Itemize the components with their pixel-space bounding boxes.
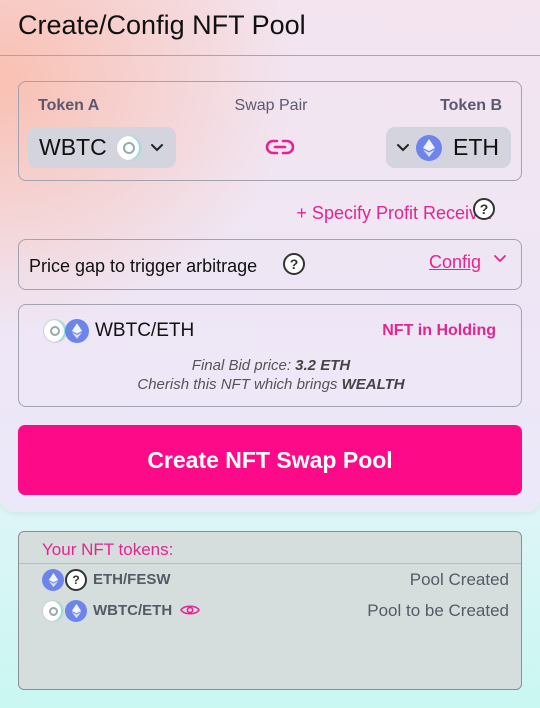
help-icon[interactable]: ? (473, 198, 495, 220)
price-gap-panel: Price gap to trigger arbitrage ? Config (18, 239, 522, 290)
token-row[interactable]: ? ETH/FESW Pool Created (19, 567, 521, 593)
pair-icons (43, 319, 93, 345)
wbtc-icon (115, 134, 142, 161)
config-link[interactable]: Config (429, 252, 481, 273)
tagline: Cherish this NFT which brings WEALTH (19, 376, 523, 393)
chevron-down-icon (397, 143, 409, 151)
token-b-select[interactable]: ETH (386, 127, 511, 168)
eye-icon[interactable] (180, 603, 200, 617)
token-row[interactable]: WBTC/ETH Pool to be Created (19, 598, 521, 624)
wbtc-icon (43, 319, 67, 343)
pair-icons: ? (42, 569, 92, 593)
token-a-value: WBTC (39, 134, 107, 160)
help-icon[interactable]: ? (283, 253, 305, 275)
token-b-label: Token B (440, 97, 502, 114)
token-b-value: ETH (453, 134, 499, 160)
tagline-text: Cherish this NFT which brings (137, 376, 338, 393)
token-pair: WBTC/ETH (93, 602, 173, 619)
pair-icons (42, 600, 92, 624)
your-nft-tokens-panel: Your NFT tokens: ? ETH/FESW Pool Created… (18, 531, 522, 690)
final-bid-line: Final Bid price: 3.2 ETH (19, 357, 523, 374)
divider (19, 563, 521, 564)
token-a-label: Token A (38, 97, 100, 114)
price-gap-label: Price gap to trigger arbitrage (29, 256, 258, 276)
wbtc-icon (42, 600, 64, 622)
final-bid-label: Final Bid price: (191, 357, 291, 374)
final-bid-value: 3.2 ETH (295, 357, 351, 374)
nft-status-badge: NFT in Holding (382, 322, 496, 339)
token-status: Pool Created (409, 570, 509, 589)
chevron-down-icon[interactable] (493, 254, 507, 264)
card-header: Create/Config NFT Pool (0, 0, 540, 56)
eth-icon (42, 569, 64, 591)
swap-pair-panel: Swap Pair Token A Token B WBTC ETH (18, 81, 522, 181)
chevron-down-icon (150, 143, 163, 151)
create-nft-swap-pool-button[interactable]: Create NFT Swap Pool (18, 425, 522, 495)
eth-icon (65, 600, 87, 622)
your-nft-tokens-title: Your NFT tokens: (42, 540, 174, 559)
unknown-token-icon: ? (65, 569, 87, 591)
eth-icon (65, 319, 89, 343)
token-a-select[interactable]: WBTC (28, 127, 176, 168)
specify-profit-receiver-link[interactable]: + Specify Profit Receiver (296, 203, 494, 224)
token-pair: ETH/FESW (93, 571, 171, 588)
nft-info-panel: WBTC/ETH NFT in Holding Final Bid price:… (18, 304, 522, 407)
nft-pair-name: WBTC/ETH (95, 320, 195, 341)
nft-pool-card: Create/Config NFT Pool Swap Pair Token A… (0, 0, 540, 512)
token-status: Pool to be Created (367, 601, 509, 620)
eth-icon (416, 134, 442, 161)
link-icon[interactable] (265, 135, 295, 159)
page-title: Create/Config NFT Pool (18, 10, 306, 40)
tagline-emphasis: WEALTH (341, 376, 405, 393)
